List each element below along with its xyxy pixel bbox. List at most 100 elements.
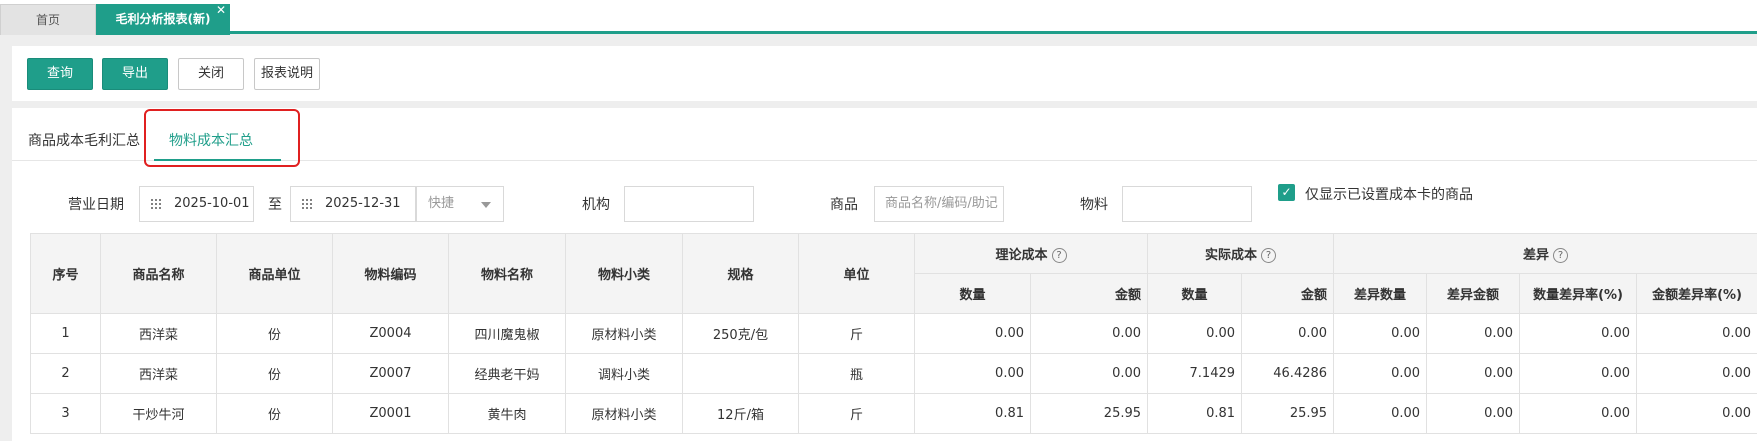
cell-diff-qty: 0.00 bbox=[1333, 313, 1428, 354]
cell-actual-qty: 7.1429 bbox=[1147, 353, 1243, 394]
help-icon[interactable]: ? bbox=[1553, 248, 1569, 263]
chevron-down-icon bbox=[481, 202, 491, 208]
cell-diff-amount: 0.00 bbox=[1426, 313, 1521, 354]
cell-theory-amount: 0.00 bbox=[1029, 313, 1149, 354]
cell-product-unit: 份 bbox=[216, 313, 333, 354]
cell-product-name: 干炒牛河 bbox=[100, 393, 217, 434]
cell-material-code: Z0001 bbox=[332, 393, 449, 434]
cell-theory-amount: 0.00 bbox=[1029, 353, 1149, 394]
tab-gross-margin-report[interactable]: 毛利分析报表(新) ✕ bbox=[96, 3, 230, 35]
cell-theory-qty: 0.81 bbox=[914, 393, 1031, 434]
toolbar: 查询 导出 关闭 报表说明 bbox=[12, 46, 1757, 101]
cell-unit: 斤 bbox=[798, 313, 915, 354]
column-header: 数量差异率(%) bbox=[1519, 273, 1638, 314]
cell-actual-amount: 25.95 bbox=[1241, 393, 1335, 434]
cell-material-code: Z0007 bbox=[332, 353, 449, 394]
column-header: 序号 bbox=[30, 233, 101, 314]
cell-product-unit: 份 bbox=[216, 353, 333, 394]
cell-unit: 瓶 bbox=[798, 353, 915, 394]
column-header: 物料名称 bbox=[448, 233, 566, 314]
cell-material-name: 黄牛肉 bbox=[448, 393, 566, 434]
theory-cost-header: 理论成本? bbox=[913, 233, 1149, 274]
material-input[interactable] bbox=[1122, 186, 1252, 222]
tab-bar: 首页 毛利分析报表(新) ✕ bbox=[0, 0, 1757, 35]
column-header: 商品名称 bbox=[100, 233, 217, 314]
cell-product-name: 西洋菜 bbox=[100, 313, 217, 354]
cell-material-subclass: 原材料小类 bbox=[565, 313, 683, 354]
cell-material-code: Z0004 bbox=[332, 313, 449, 354]
column-header: 数量 bbox=[1147, 273, 1243, 314]
cost-card-checkbox-label[interactable]: 仅显示已设置成本卡的商品 bbox=[1305, 184, 1473, 204]
cell-actual-amount: 0.00 bbox=[1241, 313, 1335, 354]
cell-theory-qty: 0.00 bbox=[914, 313, 1031, 354]
cell-actual-amount: 46.4286 bbox=[1241, 353, 1335, 394]
check-icon: ✓ bbox=[1281, 185, 1292, 199]
cell-qty-diff-rate: 0.00 bbox=[1519, 313, 1638, 354]
table-header-row: 序号 商品名称 商品单位 物料编码 物料名称 物料小类 规格 单位 理论成本? … bbox=[30, 233, 1757, 314]
cell-actual-qty: 0.00 bbox=[1147, 313, 1243, 354]
cost-card-checkbox[interactable]: ✓ bbox=[1278, 184, 1295, 201]
material-label: 物料 bbox=[1080, 197, 1108, 213]
calendar-icon bbox=[301, 198, 313, 210]
cell-diff-qty: 0.00 bbox=[1333, 353, 1428, 394]
report-help-button[interactable]: 报表说明 bbox=[254, 58, 320, 90]
close-button[interactable]: 关闭 bbox=[178, 58, 244, 90]
column-header: 金额差异率(%) bbox=[1636, 273, 1757, 314]
actual-cost-label: 实际成本 bbox=[1205, 248, 1258, 263]
column-header: 差异数量 bbox=[1333, 273, 1428, 314]
subtab-product-margin-summary[interactable]: 商品成本毛利汇总 bbox=[28, 130, 140, 150]
column-header: 物料编码 bbox=[332, 233, 449, 314]
cell-theory-qty: 0.00 bbox=[914, 353, 1031, 394]
date-start-value: 2025-10-01 bbox=[174, 196, 250, 211]
date-range-separator: 至 bbox=[268, 197, 282, 213]
column-header: 差异金额 bbox=[1426, 273, 1521, 314]
date-end-field[interactable]: 2025-12-31 bbox=[290, 186, 416, 222]
tab-gross-margin-report-label: 毛利分析报表(新) bbox=[115, 12, 211, 26]
product-label: 商品 bbox=[830, 197, 858, 213]
cell-product-name: 西洋菜 bbox=[100, 353, 217, 394]
table-row[interactable]: 3 干炒牛河 份 Z0001 黄牛肉 原材料小类 12斤/箱 斤 0.81 25… bbox=[30, 393, 1757, 434]
export-button[interactable]: 导出 bbox=[102, 58, 168, 90]
cell-spec: 250克/包 bbox=[682, 313, 799, 354]
column-header: 商品单位 bbox=[216, 233, 333, 314]
help-icon[interactable]: ? bbox=[1261, 248, 1277, 263]
cell-seq: 3 bbox=[30, 393, 101, 434]
material-cost-table: 序号 商品名称 商品单位 物料编码 物料名称 物料小类 规格 单位 理论成本? … bbox=[30, 233, 1757, 434]
column-header: 金额 bbox=[1241, 273, 1335, 314]
date-end-value: 2025-12-31 bbox=[325, 196, 401, 211]
cell-amount-diff-rate: 0.00 bbox=[1636, 313, 1757, 354]
cell-diff-amount: 0.00 bbox=[1426, 393, 1521, 434]
diff-header: 差异? bbox=[1333, 233, 1757, 274]
cell-material-subclass: 原材料小类 bbox=[565, 393, 683, 434]
cell-spec: 12斤/箱 bbox=[682, 393, 799, 434]
column-header: 规格 bbox=[682, 233, 799, 314]
column-header: 金额 bbox=[1029, 273, 1149, 314]
cell-actual-qty: 0.81 bbox=[1147, 393, 1243, 434]
query-button[interactable]: 查询 bbox=[27, 58, 93, 90]
date-start-field[interactable]: 2025-10-01 bbox=[139, 186, 254, 222]
calendar-icon bbox=[150, 198, 162, 210]
tab-home[interactable]: 首页 bbox=[0, 4, 96, 35]
table-row[interactable]: 1 西洋菜 份 Z0004 四川魔鬼椒 原材料小类 250克/包 斤 0.00 … bbox=[30, 313, 1757, 354]
cell-seq: 1 bbox=[30, 313, 101, 354]
business-date-label: 营业日期 bbox=[68, 197, 124, 213]
product-input[interactable]: 商品名称/编码/助记 bbox=[874, 186, 1004, 222]
cell-theory-amount: 25.95 bbox=[1029, 393, 1149, 434]
table-row[interactable]: 2 西洋菜 份 Z0007 经典老干妈 调料小类 瓶 0.00 0.00 7.1… bbox=[30, 353, 1757, 394]
product-input-placeholder: 商品名称/编码/助记 bbox=[885, 196, 998, 211]
diff-label: 差异 bbox=[1523, 248, 1550, 263]
org-input[interactable] bbox=[624, 186, 754, 222]
column-header: 物料小类 bbox=[565, 233, 683, 314]
cell-diff-amount: 0.00 bbox=[1426, 353, 1521, 394]
cell-spec bbox=[682, 353, 799, 394]
quick-select[interactable]: 快捷 bbox=[416, 186, 504, 222]
theory-cost-label: 理论成本 bbox=[995, 248, 1048, 263]
help-icon[interactable]: ? bbox=[1051, 248, 1067, 263]
cell-diff-qty: 0.00 bbox=[1333, 393, 1428, 434]
cell-unit: 斤 bbox=[798, 393, 915, 434]
cell-material-subclass: 调料小类 bbox=[565, 353, 683, 394]
cell-material-name: 四川魔鬼椒 bbox=[448, 313, 566, 354]
cell-qty-diff-rate: 0.00 bbox=[1519, 393, 1638, 434]
cell-product-unit: 份 bbox=[216, 393, 333, 434]
close-icon[interactable]: ✕ bbox=[216, 0, 226, 26]
